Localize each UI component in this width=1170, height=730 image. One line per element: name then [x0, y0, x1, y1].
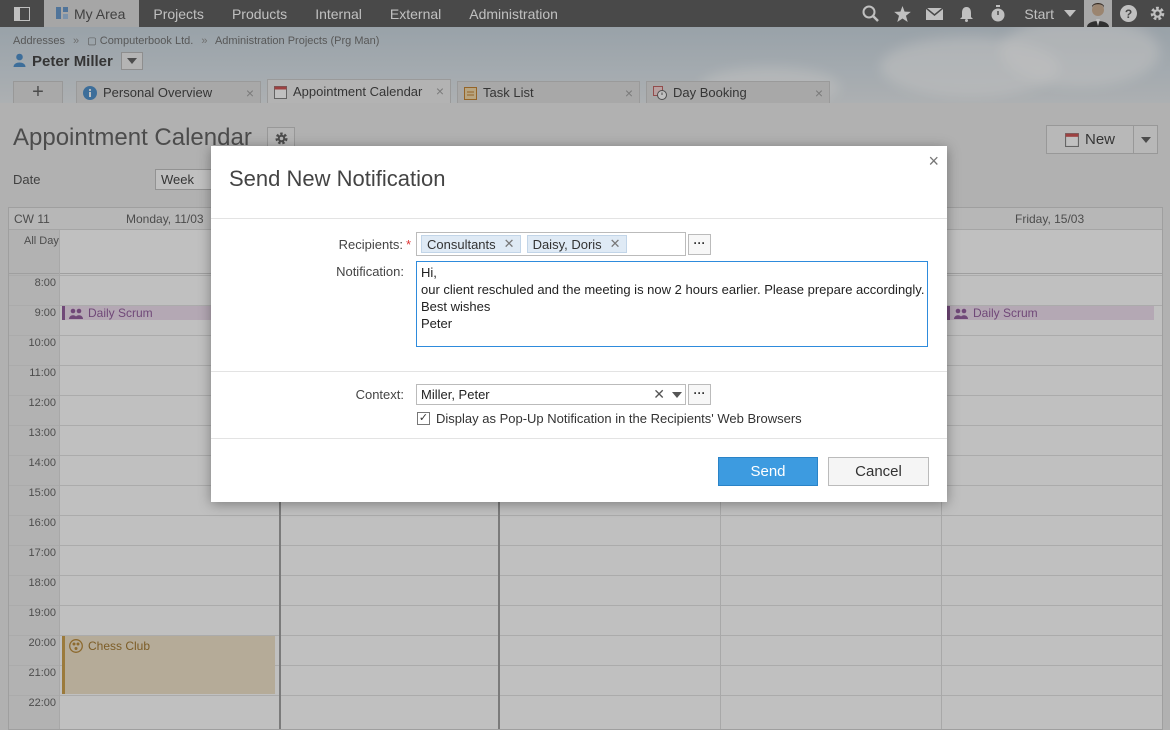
popup-option: ✓ Display as Pop-Up Notification in the …: [417, 411, 802, 426]
notification-textarea[interactable]: Hi, our client reschuled and the meeting…: [416, 261, 928, 347]
send-button[interactable]: Send: [718, 457, 818, 486]
recipient-name: Consultants: [427, 236, 496, 252]
divider: [211, 438, 947, 439]
send-notification-dialog: Send New Notification × Recipients: * Con…: [211, 146, 947, 502]
recipient-chip: Daisy, Doris ✕: [526, 235, 627, 253]
recipients-label: Recipients: *: [338, 237, 411, 252]
context-value: Miller, Peter: [421, 387, 490, 402]
chevron-down-icon[interactable]: [672, 392, 682, 398]
divider: [211, 218, 947, 219]
context-select[interactable]: Miller, Peter ✕: [416, 384, 686, 405]
recipients-picker-button[interactable]: ···: [688, 234, 711, 255]
popup-checkbox-label: Display as Pop-Up Notification in the Re…: [436, 411, 802, 426]
recipients-field[interactable]: Consultants ✕ Daisy, Doris ✕: [416, 232, 686, 256]
context-picker-button[interactable]: ···: [688, 384, 711, 405]
recipient-name: Daisy, Doris: [532, 236, 602, 252]
context-label: Context:: [355, 387, 404, 402]
cancel-button[interactable]: Cancel: [828, 457, 929, 486]
popup-checkbox[interactable]: ✓: [417, 412, 430, 425]
recipient-chip: Consultants ✕: [421, 235, 521, 253]
notification-label: Notification:: [336, 264, 404, 279]
dialog-title: Send New Notification: [229, 166, 446, 191]
close-icon[interactable]: ×: [928, 151, 939, 172]
remove-icon[interactable]: ✕: [610, 236, 621, 252]
divider: [211, 371, 947, 372]
required-marker: *: [405, 237, 411, 252]
clear-icon[interactable]: ✕: [653, 386, 665, 403]
remove-icon[interactable]: ✕: [504, 236, 515, 252]
